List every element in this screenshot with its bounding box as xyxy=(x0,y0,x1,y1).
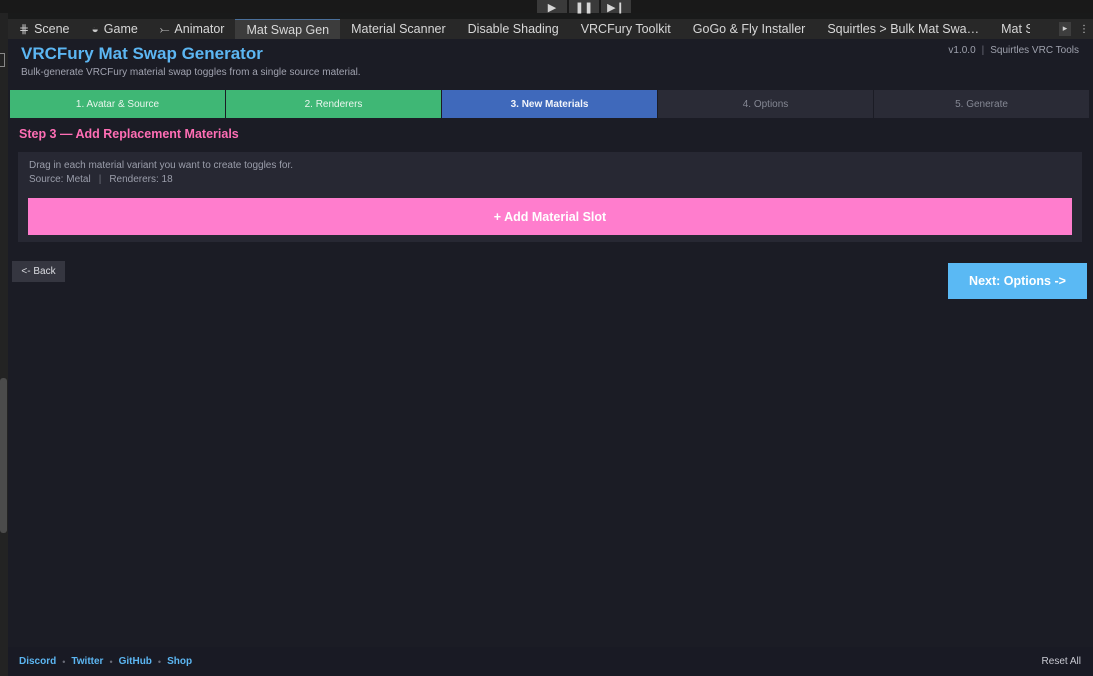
source-meta: Source: Metal | Renderers: 18 xyxy=(29,174,173,185)
tab-game[interactable]: ◒ Game xyxy=(81,19,149,39)
step-icon[interactable]: ▶❙ xyxy=(601,0,631,13)
tab-mat-s-truncated[interactable]: Mat S xyxy=(990,19,1030,39)
tab-vrcfury-toolkit[interactable]: VRCFury Toolkit xyxy=(570,19,682,39)
tab-label: GoGo & Fly Installer xyxy=(692,22,806,36)
version-separator: | xyxy=(981,45,985,56)
scene-grid-icon: ⋕ xyxy=(19,22,30,36)
left-scrollbar xyxy=(0,13,8,676)
tab-disable-shading[interactable]: Disable Shading xyxy=(457,19,570,39)
animator-icon: ⤚ xyxy=(159,21,170,36)
tab-label: Animator xyxy=(174,22,225,36)
tab-menu-icon[interactable]: ⋮ xyxy=(1079,24,1089,35)
toolbar-strip: ▶ ❚❚ ▶❙ xyxy=(0,0,1093,13)
renderers-count: Renderers: 18 xyxy=(109,174,173,185)
wizard-steps: 1. Avatar & Source 2. Renderers 3. New M… xyxy=(10,90,1089,118)
tab-gogo-fly-installer[interactable]: GoGo & Fly Installer xyxy=(682,19,817,39)
tab-bulk-mat-swap[interactable]: Squirtles > Bulk Mat Swa… xyxy=(816,19,990,39)
back-button[interactable]: <- Back xyxy=(12,261,65,282)
discord-link[interactable]: Discord xyxy=(19,656,56,667)
twitter-link[interactable]: Twitter xyxy=(71,656,103,667)
left-scrollbar-thumb[interactable] xyxy=(0,378,7,533)
gamepad-icon: ◒ xyxy=(91,22,99,36)
tab-label: Mat S xyxy=(1001,22,1031,36)
tab-animator[interactable]: ⤚ Animator xyxy=(149,19,236,39)
brand-label: Squirtles VRC Tools xyxy=(990,45,1079,56)
page-subtitle: Bulk-generate VRCFury material swap togg… xyxy=(21,67,361,78)
pause-icon[interactable]: ❚❚ xyxy=(569,0,599,13)
step-avatar-source[interactable]: 1. Avatar & Source xyxy=(10,90,225,118)
editor-tab-bar: ⋕ Scene ◒ Game ⤚ Animator Mat Swap Gen M… xyxy=(8,19,1093,39)
step-renderers[interactable]: 2. Renderers xyxy=(226,90,441,118)
tab-label: Game xyxy=(103,22,138,36)
bullet-separator: • xyxy=(109,656,113,667)
play-icon[interactable]: ▶ xyxy=(537,0,567,13)
footer: Discord • Twitter • GitHub • Shop Reset … xyxy=(8,647,1093,676)
left-panel-edge xyxy=(0,53,5,67)
next-options-button[interactable]: Next: Options -> xyxy=(948,263,1087,299)
mat-swap-generator-panel: VRCFury Mat Swap Generator Bulk-generate… xyxy=(8,39,1093,676)
tab-label: Material Scanner xyxy=(351,22,446,36)
tab-label: Squirtles > Bulk Mat Swa… xyxy=(827,22,980,36)
page-title: VRCFury Mat Swap Generator xyxy=(21,44,263,63)
add-material-slot-button[interactable]: + Add Material Slot xyxy=(28,198,1072,235)
tab-scene[interactable]: ⋕ Scene xyxy=(8,19,81,39)
tab-scroll-icon[interactable]: ▸ xyxy=(1059,22,1071,36)
tab-label: Disable Shading xyxy=(467,22,559,36)
tab-label: VRCFury Toolkit xyxy=(580,22,671,36)
bullet-separator: • xyxy=(62,656,66,667)
github-link[interactable]: GitHub xyxy=(119,656,152,667)
tab-mat-swap-gen[interactable]: Mat Swap Gen xyxy=(235,19,341,39)
step-options[interactable]: 4. Options xyxy=(658,90,873,118)
tab-label: Scene xyxy=(34,22,70,36)
step-new-materials[interactable]: 3. New Materials xyxy=(442,90,657,118)
bullet-separator: • xyxy=(157,656,162,667)
footer-links: Discord • Twitter • GitHub • Shop xyxy=(19,656,192,667)
section-title: Step 3 — Add Replacement Materials xyxy=(19,127,239,141)
version-info: v1.0.0 | Squirtles VRC Tools xyxy=(948,45,1079,56)
tab-material-scanner[interactable]: Material Scanner xyxy=(340,19,457,39)
play-controls: ▶ ❚❚ ▶❙ xyxy=(537,0,631,13)
step-generate[interactable]: 5. Generate xyxy=(874,90,1089,118)
meta-separator: | xyxy=(98,174,102,185)
reset-all-button[interactable]: Reset All xyxy=(1042,656,1081,667)
shop-link[interactable]: Shop xyxy=(167,656,192,667)
tab-overflow-controls: ▸ ⋮ xyxy=(1055,19,1093,39)
drag-hint: Drag in each material variant you want t… xyxy=(29,160,294,171)
tab-label: Mat Swap Gen xyxy=(246,22,330,37)
source-label: Source: Metal xyxy=(29,174,91,185)
materials-card: Drag in each material variant you want t… xyxy=(18,152,1082,242)
version-label: v1.0.0 xyxy=(948,45,976,56)
